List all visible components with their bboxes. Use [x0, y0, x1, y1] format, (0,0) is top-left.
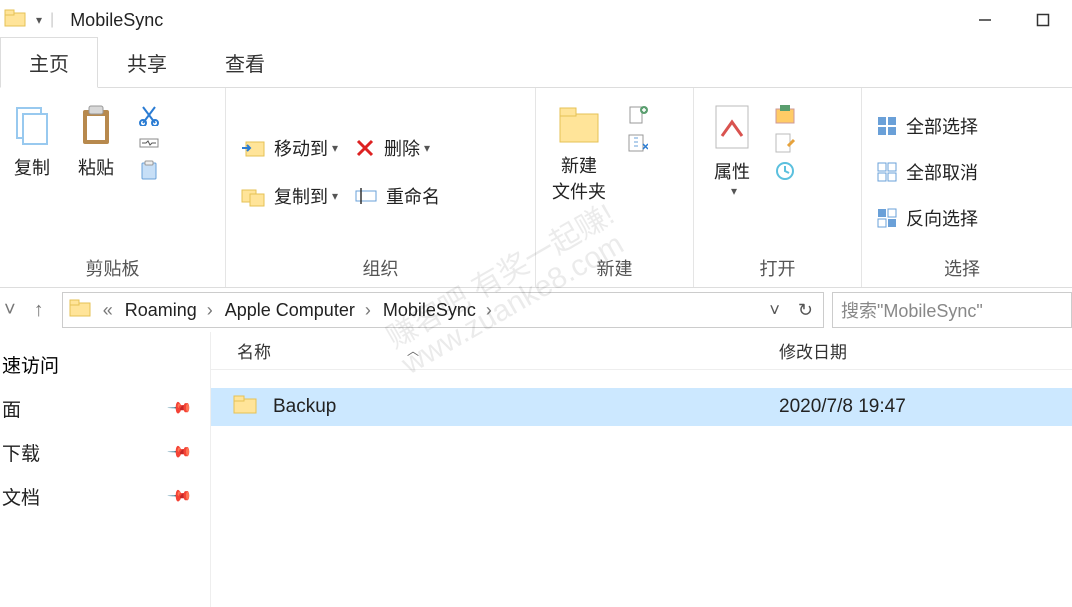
folder-icon	[4, 8, 26, 33]
chevron-right-icon: ›	[207, 300, 213, 321]
easy-access-icon[interactable]	[626, 132, 648, 154]
address-dropdown-icon[interactable]: ˅	[769, 300, 780, 321]
group-clipboard-label: 剪贴板	[6, 249, 219, 287]
sidebar-item-quick-access[interactable]: 速访问	[2, 342, 204, 386]
select-none-icon	[876, 161, 898, 183]
table-row[interactable]: Backup 2020/7/8 19:47	[211, 388, 1072, 426]
delete-icon	[354, 137, 376, 159]
tab-home[interactable]: 主页	[0, 37, 98, 88]
copy-icon	[11, 102, 53, 148]
sidebar-item-downloads[interactable]: 下载 📌	[2, 430, 204, 474]
chevron-down-icon: ▾	[731, 184, 737, 198]
select-all-icon	[876, 115, 898, 137]
up-button[interactable]: ↑	[34, 299, 44, 322]
move-to-button[interactable]: 移动到 ▾	[232, 127, 346, 169]
group-select-label: 选择	[868, 249, 1056, 287]
new-folder-button[interactable]: 新建 文件夹	[542, 94, 616, 208]
breadcrumb-seg-roaming[interactable]: Roaming›	[119, 293, 219, 327]
history-icon[interactable]	[774, 160, 796, 182]
select-none-button[interactable]: 全部取消	[868, 151, 986, 193]
breadcrumb-prefix[interactable]: «	[97, 293, 119, 327]
move-to-icon	[240, 137, 266, 159]
pin-icon: 📌	[166, 438, 194, 466]
column-header-modified[interactable]: 修改日期	[771, 338, 1072, 363]
window-title: MobileSync	[70, 10, 163, 31]
pin-icon: 📌	[166, 394, 194, 422]
folder-icon	[233, 394, 257, 420]
maximize-button[interactable]	[1014, 0, 1072, 40]
properties-icon	[710, 102, 754, 152]
chevron-right-icon: ›	[365, 300, 371, 321]
copy-to-icon	[240, 185, 266, 207]
paste-icon	[75, 102, 117, 148]
column-header-name[interactable]: 名称 ︿	[211, 338, 771, 363]
pin-icon: 📌	[166, 482, 194, 510]
file-modified: 2020/7/8 19:47	[771, 396, 1072, 418]
group-organize-label: 组织	[232, 249, 529, 287]
chevron-right-icon: ›	[486, 300, 492, 321]
invert-selection-icon	[876, 207, 898, 229]
tab-share[interactable]: 共享	[98, 37, 196, 88]
edit-icon[interactable]	[774, 132, 796, 154]
copy-to-button[interactable]: 复制到 ▾	[232, 175, 346, 217]
copy-button[interactable]: 复制	[0, 94, 64, 184]
delete-button[interactable]: 删除 ▾	[346, 127, 438, 169]
new-item-icon[interactable]	[626, 104, 648, 126]
search-input[interactable]: 搜索"MobileSync"	[832, 292, 1072, 328]
refresh-icon[interactable]: ↻	[798, 300, 813, 321]
rename-icon	[354, 185, 378, 207]
cut-icon[interactable]	[138, 104, 160, 126]
properties-button[interactable]: 属性 ▾	[700, 94, 764, 202]
breadcrumb-seg-mobilesync[interactable]: MobileSync›	[377, 293, 498, 327]
paste-shortcut-icon[interactable]	[138, 160, 160, 182]
paste-button[interactable]: 粘贴	[64, 94, 128, 184]
file-name: Backup	[273, 396, 336, 418]
quick-access-toolbar-dropdown[interactable]: ▾	[36, 13, 42, 27]
chevron-left-icon: «	[103, 300, 113, 321]
chevron-down-icon: ▾	[332, 189, 338, 203]
new-folder-icon	[554, 102, 604, 146]
group-open-label: 打开	[700, 249, 855, 287]
address-bar[interactable]: « Roaming› Apple Computer› MobileSync› ˅…	[62, 292, 824, 328]
sort-asc-icon: ︿	[407, 342, 419, 359]
sidebar-item-desktop[interactable]: 面 📌	[2, 386, 204, 430]
history-dropdown[interactable]: ˅	[4, 299, 16, 322]
select-all-button[interactable]: 全部选择	[868, 105, 986, 147]
chevron-down-icon: ▾	[332, 141, 338, 155]
rename-button[interactable]: 重命名	[346, 175, 448, 217]
open-icon[interactable]	[774, 104, 796, 126]
invert-selection-button[interactable]: 反向选择	[868, 197, 986, 239]
minimize-button[interactable]	[956, 0, 1014, 40]
group-new-label: 新建	[542, 249, 687, 287]
tab-view[interactable]: 查看	[196, 37, 294, 88]
chevron-down-icon: ▾	[424, 141, 430, 155]
breadcrumb-seg-apple[interactable]: Apple Computer›	[219, 293, 377, 327]
copy-path-icon[interactable]	[138, 132, 160, 154]
sidebar-item-documents[interactable]: 文档 📌	[2, 474, 204, 518]
folder-icon	[69, 298, 91, 323]
